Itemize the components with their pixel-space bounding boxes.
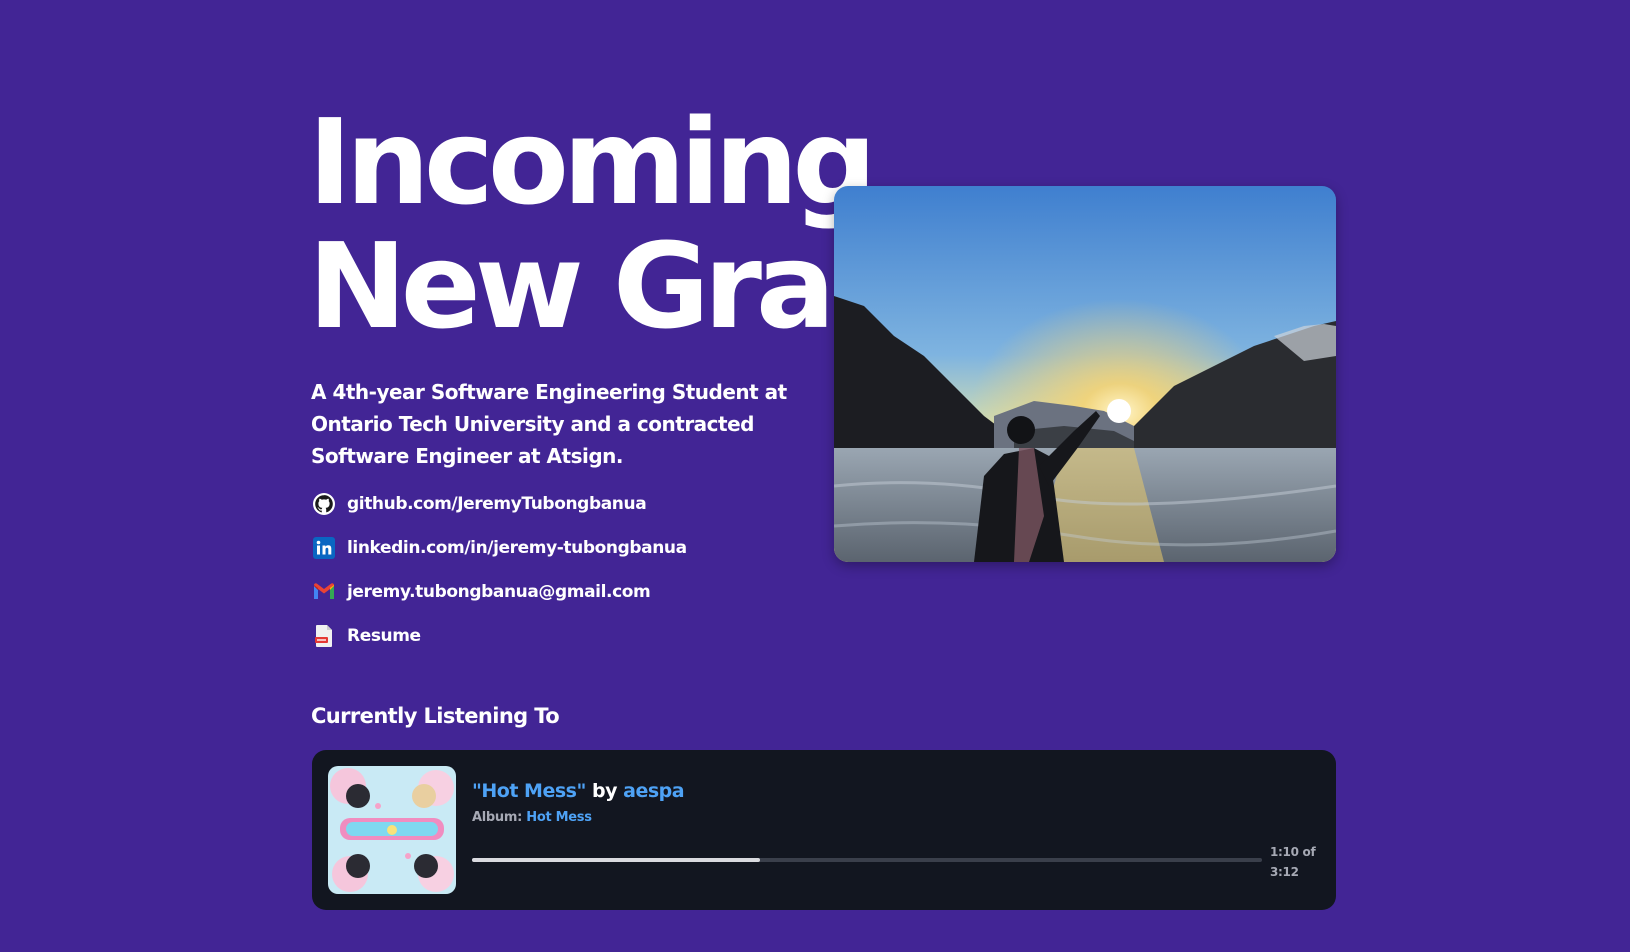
now-playing-card: "Hot Mess" by aespa Album: Hot Mess 1:10…: [312, 750, 1336, 910]
email-link-label: jeremy.tubongbanua@gmail.com: [347, 582, 651, 602]
album-label: Album:: [472, 810, 523, 825]
hero-subtitle: A 4th-year Software Engineering Student …: [311, 380, 787, 468]
profile-photo: [834, 186, 1336, 562]
playback-progress-fill: [472, 858, 760, 862]
playback-time-current: 1:10 of: [1270, 845, 1316, 859]
github-link[interactable]: github.com/JeremyTubongbanua: [311, 492, 687, 516]
hero-title-line-2: New Grad: [308, 217, 914, 355]
song-title-link[interactable]: "Hot Mess": [472, 780, 586, 802]
linkedin-link[interactable]: linkedin.com/in/jeremy-tubongbanua: [311, 536, 687, 560]
pdf-icon: [311, 623, 337, 649]
track-line: "Hot Mess" by aespa: [472, 780, 685, 802]
linkedin-icon: [311, 535, 337, 561]
album-link[interactable]: Hot Mess: [526, 810, 592, 825]
currently-listening-title: Currently Listening To: [311, 704, 560, 728]
playback-time: 1:10 of 3:12: [1270, 842, 1320, 882]
contact-links: github.com/JeremyTubongbanua linkedin.co…: [311, 492, 687, 668]
gmail-icon: [311, 579, 337, 605]
email-link[interactable]: jeremy.tubongbanua@gmail.com: [311, 580, 687, 604]
album-cover: [328, 766, 456, 894]
resume-link-label: Resume: [347, 626, 421, 646]
hero-title-line-1: Incoming: [308, 93, 877, 231]
linkedin-link-label: linkedin.com/in/jeremy-tubongbanua: [347, 538, 687, 558]
playback-time-total: 3:12: [1270, 865, 1299, 879]
hero-title: Incoming New Grad: [308, 93, 914, 355]
album-line: Album: Hot Mess: [472, 810, 592, 825]
artist-link[interactable]: aespa: [623, 780, 684, 802]
github-icon: [311, 491, 337, 517]
playback-progress-bar[interactable]: [472, 858, 1262, 862]
resume-link[interactable]: Resume: [311, 624, 687, 648]
github-link-label: github.com/JeremyTubongbanua: [347, 494, 647, 514]
by-text: by: [592, 780, 618, 802]
